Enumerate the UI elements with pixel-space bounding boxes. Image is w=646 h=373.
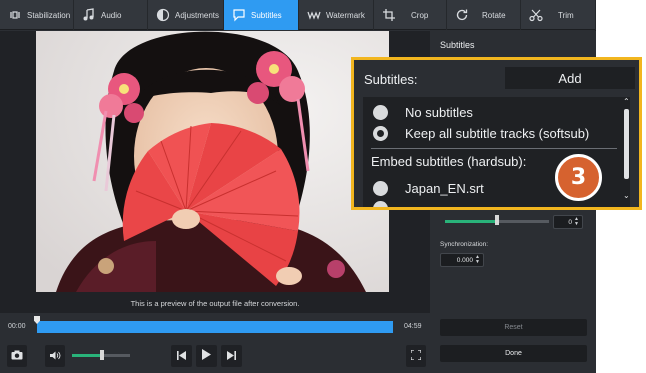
scroll-up-icon[interactable]: ⌃ bbox=[623, 97, 630, 106]
option-keep-softsub[interactable]: Keep all subtitle tracks (softsub) bbox=[373, 126, 589, 141]
camera-icon bbox=[11, 347, 23, 365]
panel-title: Subtitles bbox=[440, 40, 475, 50]
stepper-arrows-icon[interactable]: ▲ ▼ bbox=[475, 255, 480, 265]
stepper-value: 0 bbox=[568, 218, 573, 226]
sync-stepper[interactable]: 0.000 ▲ ▼ bbox=[440, 253, 484, 267]
preview-caption: This is a preview of the output file aft… bbox=[130, 299, 300, 308]
timeline: 00:00 04:59 bbox=[0, 313, 430, 341]
tab-audio[interactable]: Audio bbox=[74, 0, 148, 30]
scissors-icon bbox=[529, 8, 543, 22]
rotate-icon bbox=[455, 8, 469, 22]
speaker-icon bbox=[49, 347, 61, 365]
stepper-arrows-icon[interactable]: ▲ ▼ bbox=[574, 217, 579, 227]
previous-button[interactable] bbox=[171, 345, 192, 367]
scrollbar-thumb[interactable] bbox=[624, 109, 629, 179]
tab-label: Stabilization bbox=[27, 10, 71, 20]
tab-adjustments[interactable]: Adjustments bbox=[148, 0, 224, 30]
volume-button[interactable] bbox=[45, 345, 65, 367]
stabilization-icon bbox=[8, 8, 22, 22]
tab-crop[interactable]: Crop bbox=[374, 0, 447, 30]
option-label: No subtitles bbox=[405, 105, 473, 120]
time-end: 04:59 bbox=[404, 323, 422, 330]
tab-label: Crop bbox=[411, 10, 429, 20]
watermark-icon bbox=[307, 8, 321, 22]
list-scrollbar[interactable]: ⌃ ⌄ bbox=[623, 97, 630, 203]
position-slider-fill bbox=[445, 220, 497, 223]
tab-label: Adjustments bbox=[175, 10, 220, 20]
snapshot-button[interactable] bbox=[7, 345, 27, 367]
option-partial[interactable] bbox=[373, 201, 388, 207]
reset-button[interactable]: Reset bbox=[440, 319, 587, 336]
subtitles-label: Subtitles: bbox=[364, 72, 418, 87]
tab-label: Watermark bbox=[326, 10, 365, 20]
player-controls bbox=[0, 341, 430, 373]
crop-icon bbox=[382, 8, 396, 22]
position-slider-knob[interactable] bbox=[495, 215, 499, 225]
skip-back-icon bbox=[177, 347, 186, 365]
sync-value: 0.000 bbox=[456, 256, 474, 264]
option-label: Keep all subtitle tracks (softsub) bbox=[405, 126, 590, 141]
timeline-track[interactable] bbox=[37, 321, 393, 333]
option-embed-file[interactable]: Japan_EN.srt bbox=[373, 181, 484, 196]
radio-button-selected[interactable] bbox=[373, 126, 388, 141]
preview-image bbox=[36, 31, 389, 292]
tab-label: Audio bbox=[101, 10, 122, 20]
fullscreen-button[interactable] bbox=[406, 345, 426, 367]
sync-label: Synchronization: bbox=[440, 241, 489, 248]
volume-knob[interactable] bbox=[100, 350, 104, 360]
tab-rotate[interactable]: Rotate bbox=[447, 0, 521, 30]
fullscreen-icon bbox=[410, 347, 422, 365]
speech-bubble-icon bbox=[232, 8, 246, 22]
time-start: 00:00 bbox=[8, 323, 26, 330]
next-button[interactable] bbox=[221, 345, 242, 367]
position-stepper[interactable]: 0 ▲ ▼ bbox=[553, 215, 583, 229]
tab-label: Rotate bbox=[482, 10, 506, 20]
done-button[interactable]: Done bbox=[440, 345, 587, 362]
tab-subtitles[interactable]: Subtitles bbox=[224, 0, 299, 30]
play-icon bbox=[202, 347, 211, 365]
tab-stabilization[interactable]: Stabilization bbox=[0, 0, 74, 30]
option-no-subtitles[interactable]: No subtitles bbox=[373, 105, 473, 120]
tab-trim[interactable]: Trim bbox=[521, 0, 596, 30]
volume-fill bbox=[72, 354, 101, 357]
option-label: Japan_EN.srt bbox=[405, 181, 484, 196]
step-number-badge: 3 bbox=[555, 154, 602, 201]
embed-heading: Embed subtitles (hardsub): bbox=[371, 154, 527, 169]
play-button[interactable] bbox=[196, 345, 217, 367]
radio-button[interactable] bbox=[373, 201, 388, 207]
adjustments-icon bbox=[156, 8, 170, 22]
tab-label: Subtitles bbox=[251, 10, 282, 20]
radio-button[interactable] bbox=[373, 181, 388, 196]
skip-forward-icon bbox=[227, 347, 236, 365]
add-subtitles-button[interactable]: Add bbox=[505, 67, 635, 89]
tab-watermark[interactable]: Watermark bbox=[299, 0, 374, 30]
music-note-icon bbox=[82, 8, 96, 22]
toolbar: Stabilization Audio Adjustments Subtitle… bbox=[0, 0, 596, 30]
tab-label: Trim bbox=[558, 10, 574, 20]
divider bbox=[371, 148, 617, 149]
radio-button[interactable] bbox=[373, 105, 388, 120]
scroll-down-icon[interactable]: ⌄ bbox=[623, 191, 630, 200]
